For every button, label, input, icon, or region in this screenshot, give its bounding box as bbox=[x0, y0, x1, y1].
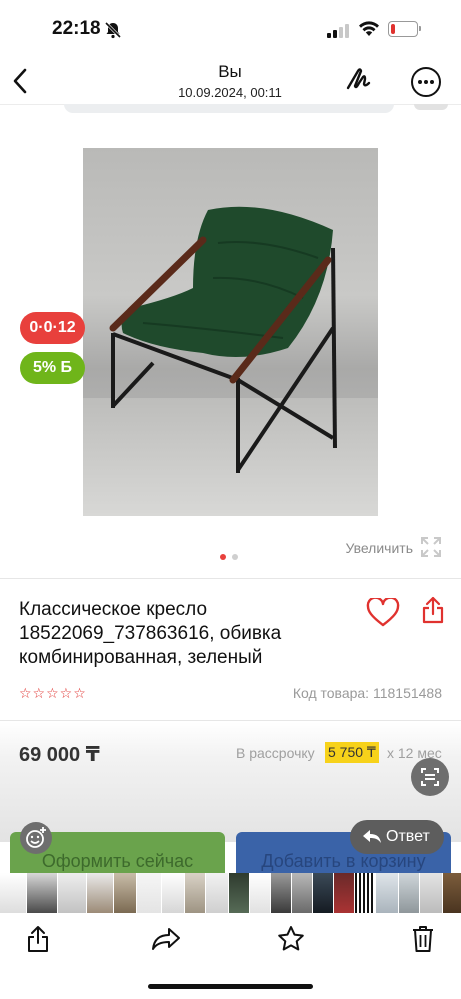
status-time: 22:18 bbox=[52, 18, 101, 39]
sender-name: Вы bbox=[218, 62, 242, 81]
carousel-dot-active[interactable] bbox=[220, 554, 226, 560]
share-icon[interactable] bbox=[26, 925, 50, 953]
thumbnail[interactable] bbox=[271, 873, 292, 913]
section-divider bbox=[0, 578, 461, 579]
sticker-button[interactable] bbox=[20, 822, 52, 854]
cellular-signal-icon bbox=[327, 24, 349, 38]
previous-message-bubble-edge bbox=[414, 104, 448, 110]
thumbnail[interactable] bbox=[355, 873, 376, 913]
reply-label: Ответ bbox=[386, 828, 430, 845]
thumbnail[interactable] bbox=[114, 873, 137, 913]
thumbnail[interactable] bbox=[443, 873, 461, 913]
reply-arrow-icon bbox=[363, 830, 381, 843]
thumbnail[interactable] bbox=[206, 873, 229, 913]
share-icon[interactable] bbox=[422, 596, 444, 624]
installment-badge: 0·0·12 bbox=[20, 312, 85, 344]
thumbnail[interactable] bbox=[313, 873, 334, 913]
expand-icon[interactable] bbox=[419, 535, 443, 559]
bonus-badge: 5% Б bbox=[20, 352, 85, 384]
product-title: Классическое кресло 18522069_737863616, … bbox=[19, 599, 282, 668]
home-indicator[interactable] bbox=[148, 984, 313, 989]
thumbnail[interactable] bbox=[399, 873, 420, 913]
thumbnail[interactable] bbox=[292, 873, 313, 913]
previous-message-bubble bbox=[64, 104, 394, 113]
live-text-icon bbox=[421, 768, 439, 786]
thumbnail[interactable] bbox=[185, 873, 206, 913]
message-date: 10.09.2024, 00:11 bbox=[178, 85, 282, 100]
product-code: Код товара: 118151488 bbox=[292, 685, 442, 701]
thumbnail[interactable] bbox=[137, 873, 162, 913]
bell-off-icon bbox=[104, 21, 122, 39]
reply-button[interactable]: Ответ bbox=[350, 820, 444, 854]
thumbnail[interactable] bbox=[27, 873, 58, 913]
thumbnail[interactable] bbox=[420, 873, 443, 913]
chair-illustration bbox=[109, 206, 337, 473]
section-divider bbox=[0, 720, 461, 721]
thumbnail[interactable] bbox=[58, 873, 87, 913]
star-icon[interactable] bbox=[277, 925, 305, 953]
zoom-label[interactable]: Увеличить bbox=[300, 540, 413, 556]
trash-icon[interactable] bbox=[411, 925, 435, 953]
carousel-dot[interactable] bbox=[232, 554, 238, 560]
battery-icon bbox=[388, 21, 418, 37]
photo-thumbnail-strip[interactable] bbox=[0, 873, 461, 913]
forward-icon[interactable] bbox=[151, 927, 181, 951]
rating-stars[interactable]: ☆☆☆☆☆ bbox=[19, 685, 87, 702]
heart-icon[interactable] bbox=[366, 598, 400, 628]
wifi-icon bbox=[359, 21, 379, 36]
markup-icon[interactable] bbox=[345, 66, 375, 94]
thumbnail[interactable] bbox=[87, 873, 114, 913]
more-options-button[interactable] bbox=[411, 67, 441, 97]
back-chevron-icon[interactable] bbox=[8, 64, 36, 98]
installment-label: В рассрочку bbox=[236, 745, 315, 761]
smiley-plus-icon bbox=[26, 827, 46, 848]
live-text-button[interactable] bbox=[411, 758, 449, 796]
price: 69 000 ₸ bbox=[19, 744, 100, 766]
thumbnail[interactable] bbox=[334, 873, 355, 913]
installment-value: 5 750 ₸ bbox=[325, 742, 379, 763]
thumbnail[interactable] bbox=[0, 873, 27, 913]
thumbnail[interactable] bbox=[250, 873, 271, 913]
thumbnail[interactable] bbox=[229, 873, 250, 913]
thumbnail[interactable] bbox=[376, 873, 399, 913]
product-image[interactable] bbox=[83, 148, 378, 516]
battery-tip bbox=[419, 26, 421, 31]
thumbnail[interactable] bbox=[162, 873, 185, 913]
